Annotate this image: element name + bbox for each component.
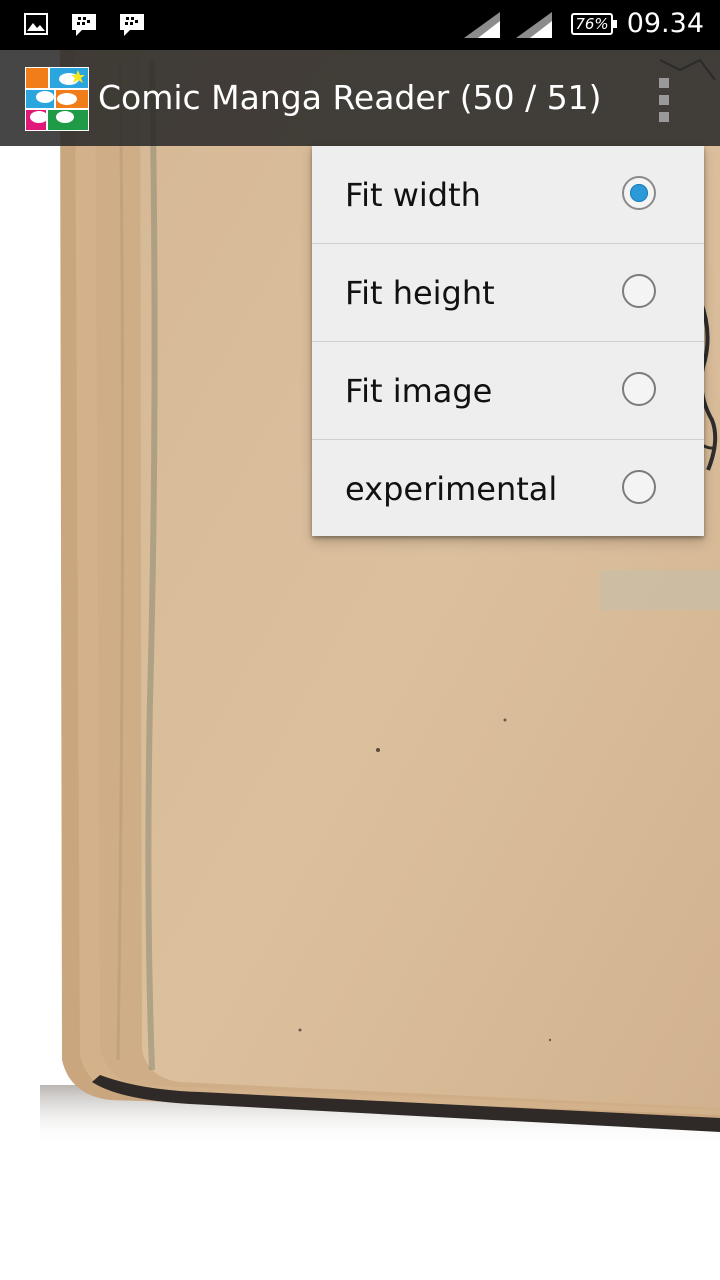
image-notification-icon: [24, 12, 48, 40]
status-clock: 09.34: [626, 8, 704, 39]
menu-item-experimental[interactable]: experimental: [312, 440, 704, 536]
menu-item-label: Fit height: [345, 274, 495, 312]
signal-icon: [516, 12, 552, 42]
menu-item-label: Fit image: [345, 372, 493, 410]
menu-item-fit-height[interactable]: Fit height: [312, 244, 704, 342]
radio-button[interactable]: [622, 470, 656, 504]
radio-button[interactable]: [622, 372, 656, 406]
menu-item-fit-width[interactable]: Fit width: [312, 146, 704, 244]
status-bar: 76% 09.34: [0, 0, 720, 50]
battery-icon: 76%: [571, 13, 617, 35]
radio-button-checked[interactable]: [622, 176, 656, 210]
action-bar: Comic Manga Reader (50 / 51): [0, 50, 720, 146]
page-title: Comic Manga Reader (50 / 51): [98, 78, 602, 117]
menu-item-fit-image[interactable]: Fit image: [312, 342, 704, 440]
radio-button[interactable]: [622, 274, 656, 308]
menu-item-label: experimental: [345, 470, 558, 508]
fit-mode-popup-menu: Fit width Fit height Fit image experimen…: [312, 146, 704, 536]
overflow-menu-icon[interactable]: [648, 74, 680, 126]
signal-icon: [464, 12, 500, 42]
menu-item-label: Fit width: [345, 176, 481, 214]
bbm-notification-icon: [118, 12, 146, 42]
bbm-notification-icon: [70, 12, 98, 42]
comic-manga-reader-logo-icon[interactable]: [25, 67, 89, 131]
